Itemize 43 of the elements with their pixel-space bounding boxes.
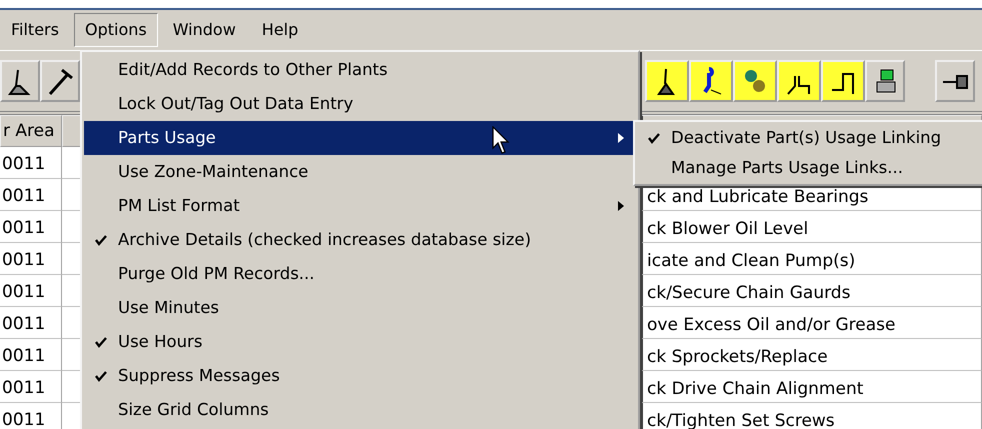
menu-item[interactable]: Purge Old PM Records... bbox=[84, 257, 636, 291]
menu-item[interactable]: Deactivate Part(s) Usage Linking bbox=[637, 123, 982, 153]
menu-item[interactable]: Options bbox=[74, 13, 158, 47]
check-icon bbox=[95, 336, 107, 348]
menu-item[interactable]: Edit/Add Records to Other Plants bbox=[84, 53, 636, 87]
check-icon bbox=[648, 132, 660, 144]
menu-item[interactable]: Parts Usage bbox=[84, 121, 636, 155]
menu-item[interactable]: PM List Format bbox=[84, 189, 636, 223]
menu-item[interactable]: Archive Details (checked increases database size) bbox=[84, 223, 636, 257]
table-cell: 0011 bbox=[0, 339, 62, 371]
figure-button[interactable] bbox=[689, 60, 733, 102]
table-cell: 0011 bbox=[0, 307, 62, 339]
menu-item[interactable]: Help bbox=[250, 13, 310, 47]
stairs-button[interactable] bbox=[821, 60, 865, 102]
table-cell: 0011 bbox=[0, 243, 62, 275]
menu-item[interactable]: Use Zone-Maintenance bbox=[84, 155, 636, 189]
table-cell: 0011 bbox=[0, 371, 62, 403]
menu-item[interactable]: Window bbox=[162, 13, 247, 47]
check-icon bbox=[95, 234, 107, 246]
lamp-button[interactable] bbox=[0, 60, 40, 102]
menu-item[interactable]: Use Hours bbox=[84, 325, 636, 359]
menu-item[interactable]: Size Grid Columns bbox=[84, 393, 636, 427]
hammer-button[interactable] bbox=[40, 60, 80, 102]
table-cell: 0011 bbox=[0, 403, 62, 429]
column-header[interactable]: r Area bbox=[0, 115, 62, 147]
menu-item[interactable]: Filters bbox=[0, 13, 70, 47]
lamp-button[interactable] bbox=[645, 60, 689, 102]
plug-button[interactable] bbox=[935, 60, 975, 102]
menu-item[interactable]: Lock Out/Tag Out Data Entry bbox=[84, 87, 636, 121]
table-cell: 0011 bbox=[0, 147, 62, 179]
stairs-button[interactable] bbox=[777, 60, 821, 102]
submenu-arrow-icon bbox=[618, 201, 624, 211]
computer-button[interactable] bbox=[865, 60, 905, 102]
gears-button[interactable] bbox=[733, 60, 777, 102]
menu-item[interactable]: Use Minutes bbox=[84, 291, 636, 325]
check-icon bbox=[95, 370, 107, 382]
hammer-icon bbox=[46, 66, 74, 96]
table-cell: 0011 bbox=[0, 275, 62, 307]
mouse-cursor-icon bbox=[492, 126, 512, 156]
table-cell: 0011 bbox=[0, 179, 62, 211]
menu-item[interactable]: Suppress Messages bbox=[84, 359, 636, 393]
table-cell: 0011 bbox=[0, 211, 62, 243]
submenu-arrow-icon bbox=[618, 133, 624, 143]
